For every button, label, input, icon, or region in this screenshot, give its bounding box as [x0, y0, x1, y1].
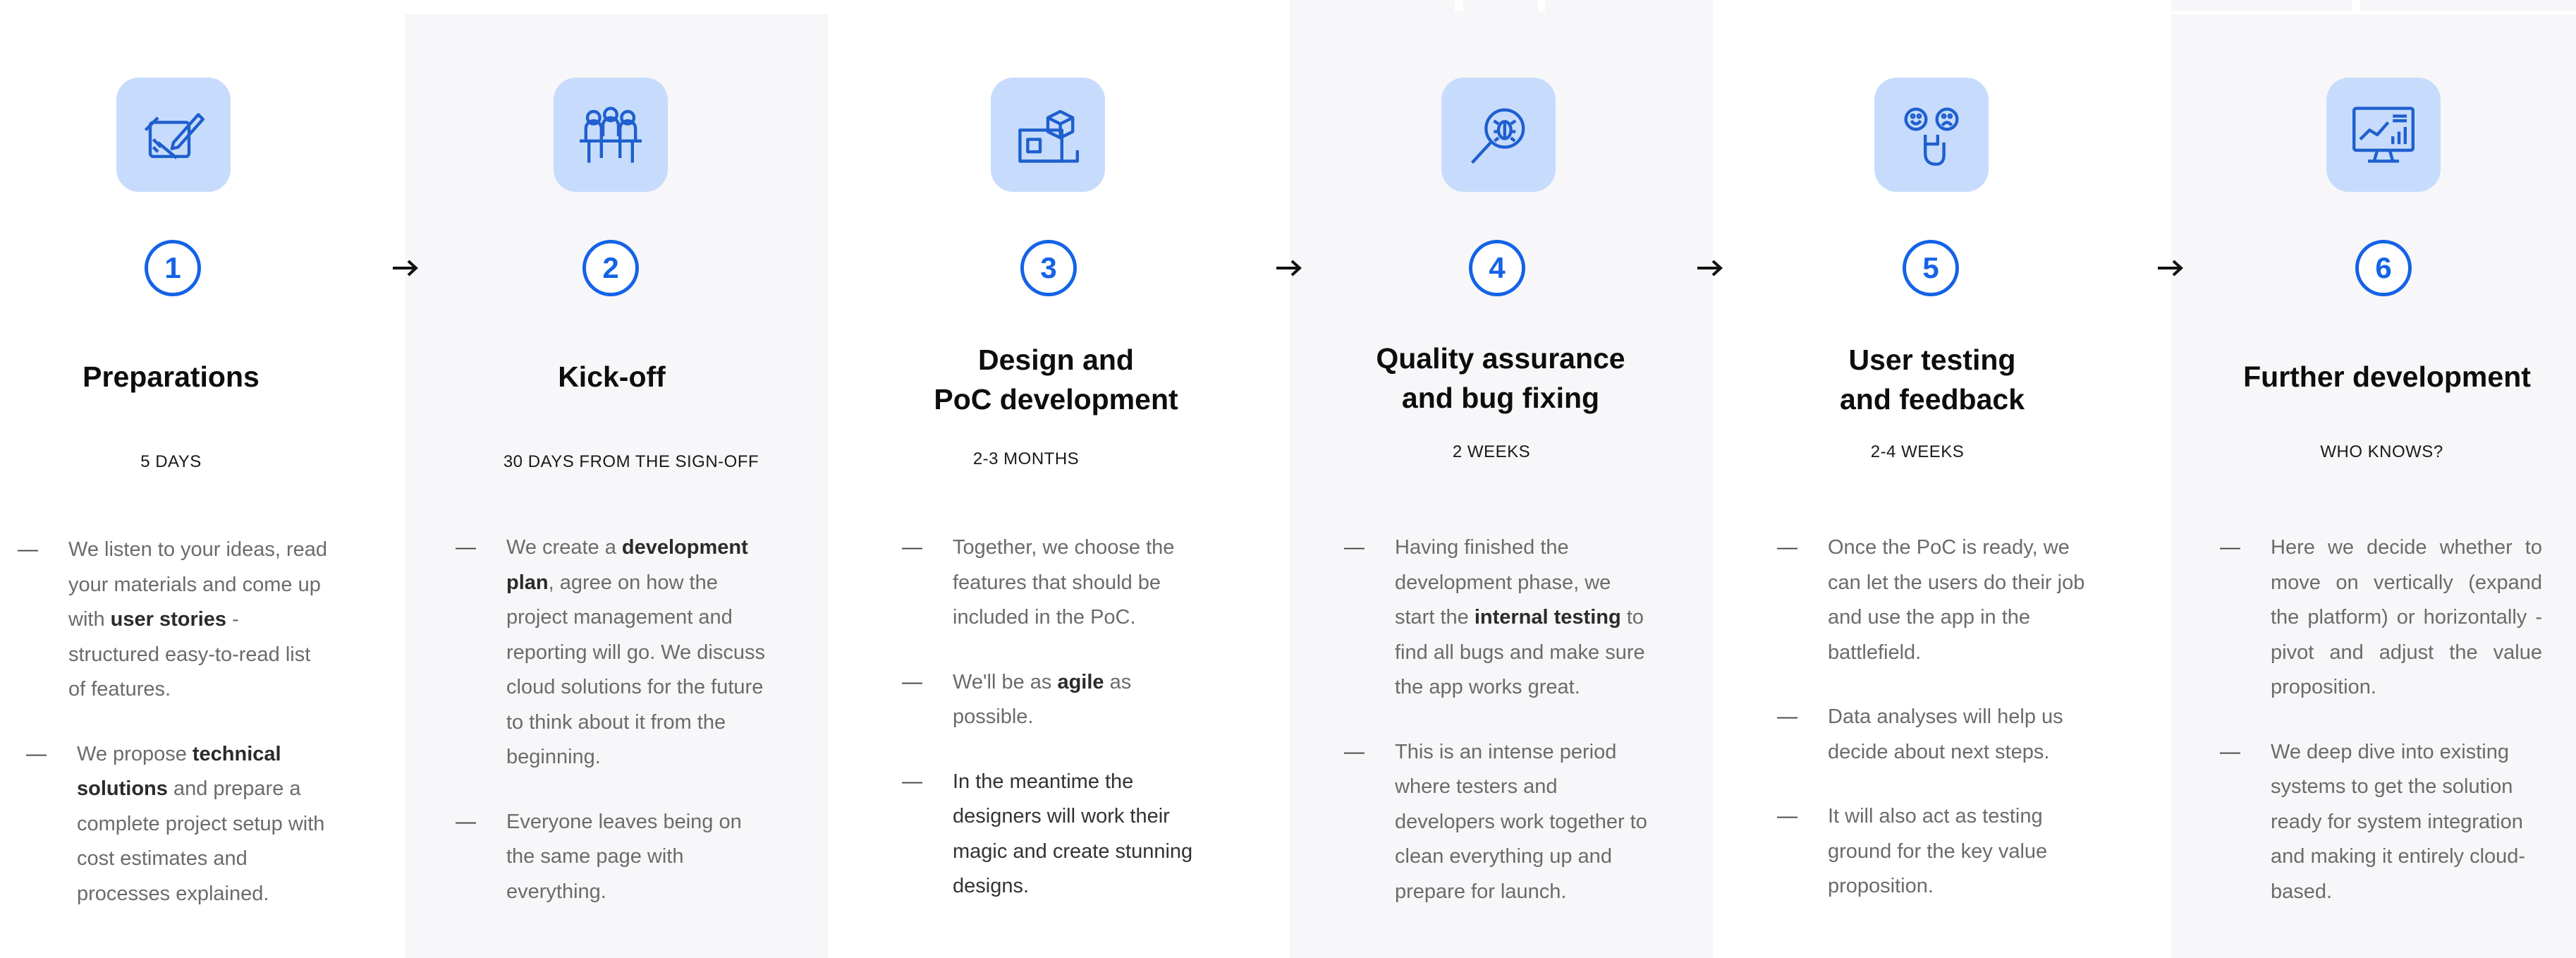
user-feedback-icon [1874, 78, 1989, 192]
bug-search-icon [1441, 78, 1556, 192]
dash-icon: — [26, 742, 47, 765]
planning-icon [116, 78, 231, 192]
dash-icon: — [1777, 805, 1797, 827]
step-duration: 5 DAYS [140, 452, 202, 471]
dash-icon: — [902, 536, 922, 559]
step-number: 1 [145, 240, 201, 296]
bullet-item: — We create a development plan, agree on … [456, 530, 767, 775]
step-number: 3 [1020, 240, 1077, 296]
step-bullets: — We listen to your ideas, read your mate… [18, 533, 329, 941]
arrow-right-icon [2158, 260, 2183, 277]
dash-icon: — [2220, 536, 2240, 559]
step-duration: WHO KNOWS? [2320, 442, 2443, 461]
dash-icon: — [902, 770, 922, 793]
step-duration: 2-3 MONTHS [972, 449, 1080, 468]
monitor-analytics-icon [2326, 78, 2441, 192]
dash-icon: — [1344, 740, 1365, 763]
bullet-item: — Data analyses will help us decide about… [1777, 700, 2089, 770]
step-title: Design and PoC development [934, 344, 1178, 416]
dash-icon: — [2220, 740, 2240, 763]
dash-icon: — [1344, 536, 1365, 559]
step-bullets: — Having finished the development phase, … [1344, 530, 1656, 939]
top-strip [1463, 0, 1538, 11]
dash-icon: — [456, 536, 476, 559]
bullet-item: — Here we decide whether to move on verti… [2220, 530, 2542, 705]
dash-icon: — [18, 538, 38, 561]
bullet-item: — Everyone leaves being on the same page … [456, 805, 767, 910]
step-bullets: — Here we decide whether to move on verti… [2220, 530, 2542, 939]
team-meeting-icon [554, 78, 668, 192]
top-strip [1545, 0, 1713, 11]
step-bullets: — Together, we choose the features that s… [902, 530, 1217, 934]
dash-icon: — [1777, 536, 1797, 559]
step-duration: 30 DAYS FROM THE SIGN-OFF [503, 452, 759, 471]
dash-icon: — [902, 670, 922, 693]
bullet-item: — We propose technical solutions and prep… [26, 737, 329, 912]
step-bullets: — We create a development plan, agree on … [456, 530, 767, 939]
step-number: 6 [2355, 240, 2412, 296]
blueprint-box-icon [991, 78, 1105, 192]
dash-icon: — [456, 810, 476, 833]
step-title: Further development [2243, 360, 2531, 393]
bullet-item: — In the meantime the designers will work… [902, 765, 1217, 904]
step-number: 5 [1903, 240, 1959, 296]
top-strip [2360, 0, 2576, 11]
step-number: 2 [582, 240, 639, 296]
bullet-item: — We listen to your ideas, read your mate… [18, 533, 329, 708]
bullet-item: — This is an intense period where testers… [1344, 735, 1656, 910]
bullet-item: — We'll be as agile as possible. [902, 665, 1217, 735]
dash-icon: — [1777, 705, 1797, 728]
top-strip [2171, 0, 2352, 11]
top-strip [1290, 0, 1455, 11]
step-title: Quality assurance and bug fixing [1376, 342, 1625, 414]
arrow-right-icon [393, 260, 418, 277]
step-title: Preparations [83, 360, 260, 393]
bullet-item: — Once the PoC is ready, we can let the u… [1777, 530, 2089, 670]
step-duration: 2 WEEKS [1452, 442, 1531, 461]
arrow-right-icon [1697, 260, 1723, 277]
bullet-item: — Together, we choose the features that s… [902, 530, 1217, 636]
step-title: User testing and feedback [1839, 344, 2025, 416]
arrow-right-icon [1276, 260, 1302, 277]
bullet-item: — We deep dive into existing systems to g… [2220, 735, 2542, 910]
step-title: Kick-off [558, 360, 666, 393]
step-number: 4 [1469, 240, 1525, 296]
bullet-item: — Having finished the development phase, … [1344, 530, 1656, 705]
step-duration: 2-4 WEEKS [1870, 442, 1965, 461]
bullet-item: — It will also act as testing ground for … [1777, 799, 2089, 904]
step-bullets: — Once the PoC is ready, we can let the u… [1777, 530, 2089, 934]
